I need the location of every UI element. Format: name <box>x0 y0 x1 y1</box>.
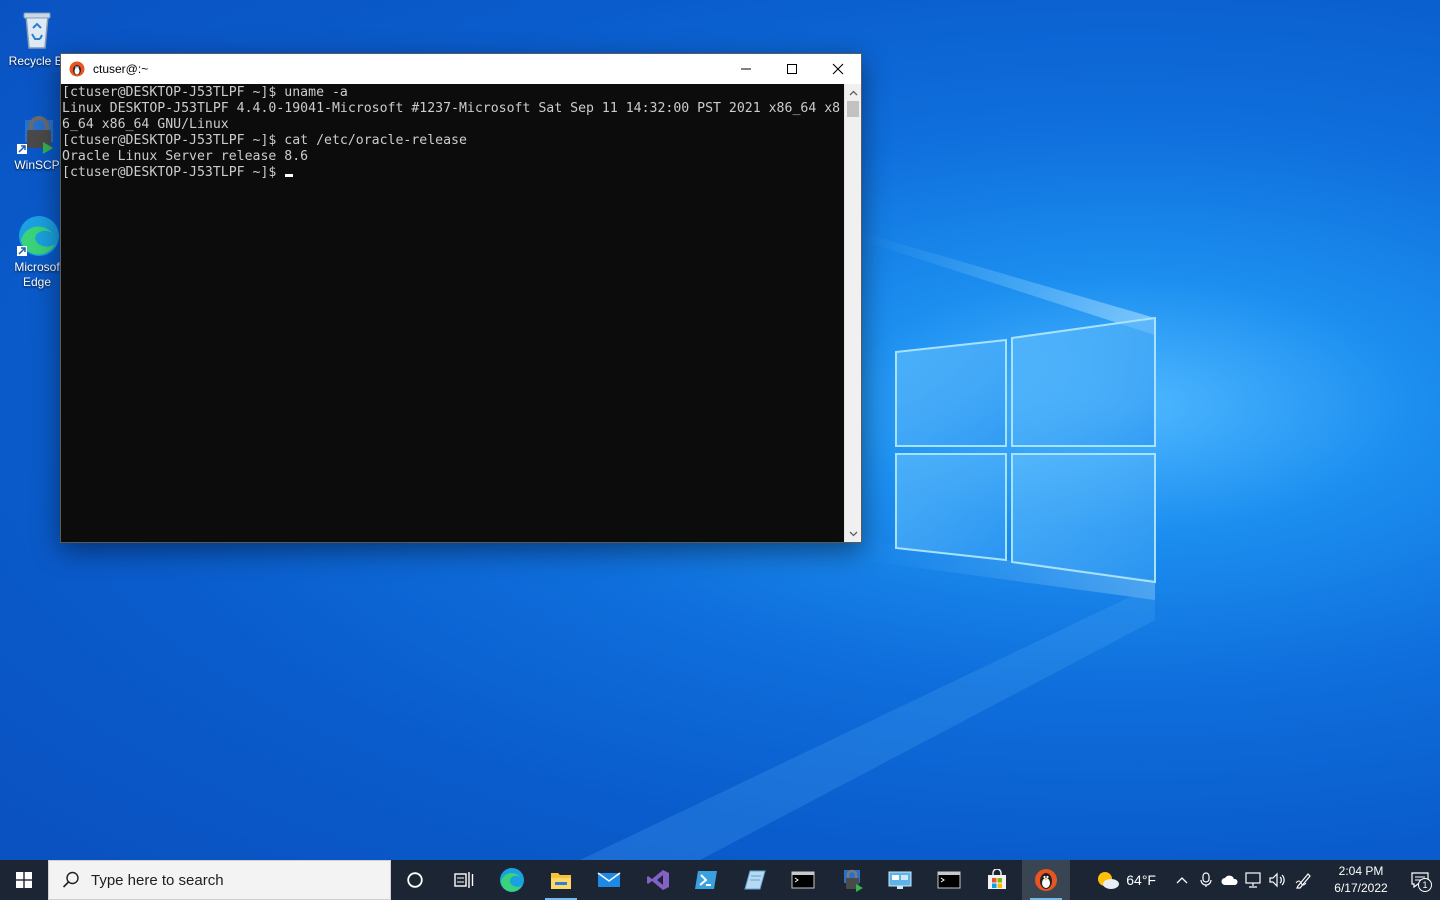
terminal-line: 6_64 x86_64 GNU/Linux <box>62 117 229 132</box>
clock-date: 6/17/2022 <box>1334 881 1388 895</box>
taskbar-search-box[interactable]: Type here to search <box>48 860 391 900</box>
terminal-prompt: [ctuser@DESKTOP-J53TLPF ~]$ <box>62 165 285 180</box>
taskbar-winscp-button[interactable] <box>828 860 877 900</box>
maximize-icon <box>787 64 797 74</box>
show-hidden-icons-button[interactable] <box>1170 860 1194 900</box>
cortana-icon <box>407 872 423 888</box>
taskbar-clock[interactable]: 2:04 PM 6/17/2022 <box>1322 863 1400 897</box>
taskbar-notes-button[interactable] <box>731 860 780 900</box>
search-icon <box>62 871 79 888</box>
remote-desktop-icon <box>888 871 912 889</box>
maximize-button[interactable] <box>769 54 815 84</box>
tray-volume-button[interactable] <box>1266 860 1290 900</box>
edge-icon <box>15 214 59 258</box>
speaker-icon <box>1269 872 1285 888</box>
onedrive-cloud-icon <box>1221 875 1238 885</box>
ubuntu-penguin-icon <box>1034 869 1057 891</box>
taskbar-visual-studio-button[interactable] <box>634 860 683 900</box>
text-cursor <box>285 174 294 177</box>
mail-icon <box>597 872 621 887</box>
minimize-button[interactable] <box>723 54 769 84</box>
terminal-line: [ctuser@DESKTOP-J53TLPF ~]$ cat /etc/ora… <box>62 133 467 148</box>
terminal-line: Oracle Linux Server release 8.6 <box>62 149 309 164</box>
task-view-icon <box>454 872 473 888</box>
taskbar-cmd-button-1[interactable] <box>779 860 828 900</box>
winscp-icon <box>843 869 863 892</box>
window-title: ctuser@:~ <box>93 62 149 76</box>
edge-icon <box>500 868 525 892</box>
vertical-scrollbar[interactable] <box>844 84 861 542</box>
taskbar: Type here to search 64°F 2:04 PM 6/17/20… <box>0 860 1440 900</box>
taskbar-store-button[interactable] <box>973 860 1022 900</box>
pen-icon <box>1295 873 1311 889</box>
start-button[interactable] <box>0 860 48 900</box>
visual-studio-icon <box>646 870 669 890</box>
chevron-down-icon <box>849 531 858 536</box>
file-explorer-icon <box>550 873 571 889</box>
recycle-bin-icon <box>15 8 59 52</box>
network-icon <box>1245 872 1261 888</box>
taskbar-powershell-button[interactable] <box>682 860 731 900</box>
taskbar-ubuntu-terminal-button[interactable] <box>1021 860 1070 900</box>
close-button[interactable] <box>815 54 861 84</box>
scroll-up-button[interactable] <box>845 84 862 101</box>
ubuntu-penguin-icon <box>69 61 85 77</box>
window-titlebar[interactable]: ctuser@:~ <box>61 54 861 84</box>
terminal-output[interactable]: [ctuser@DESKTOP-J53TLPF ~]$ uname -a Lin… <box>61 84 845 542</box>
powershell-icon <box>695 871 718 889</box>
task-view-button[interactable] <box>440 860 489 900</box>
terminal-window[interactable]: ctuser@:~ [ctuser@DESKTOP-J53TLPF ~]$ un… <box>60 53 862 543</box>
store-icon <box>988 869 1007 889</box>
tray-network-button[interactable] <box>1242 860 1266 900</box>
taskbar-cmd-button-2[interactable] <box>925 860 974 900</box>
taskbar-remote-desktop-button[interactable] <box>876 860 925 900</box>
terminal-icon <box>791 871 815 889</box>
scrollbar-thumb[interactable] <box>847 101 859 117</box>
notes-app-icon <box>744 870 766 890</box>
microphone-icon <box>1200 872 1212 887</box>
cortana-button[interactable] <box>391 860 440 900</box>
tray-pen-workspace-button[interactable] <box>1290 860 1318 900</box>
action-center-button[interactable]: 1 <box>1400 860 1440 900</box>
notification-count-badge: 1 <box>1418 878 1432 892</box>
taskbar-file-explorer-button[interactable] <box>537 860 586 900</box>
scroll-down-button[interactable] <box>845 525 862 542</box>
weather-widget[interactable]: 64°F <box>1096 860 1170 900</box>
clock-time: 2:04 PM <box>1338 864 1384 878</box>
system-tray: 64°F 2:04 PM 6/17/2022 1 <box>1096 860 1440 900</box>
weather-temperature: 64°F <box>1126 872 1156 888</box>
close-icon <box>832 63 844 75</box>
windows-start-icon <box>16 872 32 888</box>
terminal-line: [ctuser@DESKTOP-J53TLPF ~]$ uname -a <box>62 85 348 100</box>
tray-onedrive-button[interactable] <box>1218 860 1242 900</box>
weather-partly-sunny-icon <box>1098 872 1120 889</box>
search-placeholder: Type here to search <box>91 871 224 889</box>
terminal-icon <box>937 871 961 889</box>
taskbar-mail-button[interactable] <box>585 860 634 900</box>
winscp-icon <box>15 112 59 156</box>
tray-meet-now-button[interactable] <box>1194 860 1218 900</box>
terminal-line: Linux DESKTOP-J53TLPF 4.4.0-19041-Micros… <box>62 101 841 116</box>
taskbar-edge-button[interactable] <box>488 860 537 900</box>
chevron-up-icon <box>1176 877 1188 884</box>
chevron-up-icon <box>849 90 858 95</box>
minimize-icon <box>741 68 751 70</box>
terminal-prompt-line[interactable]: [ctuser@DESKTOP-J53TLPF ~]$ <box>62 165 845 181</box>
